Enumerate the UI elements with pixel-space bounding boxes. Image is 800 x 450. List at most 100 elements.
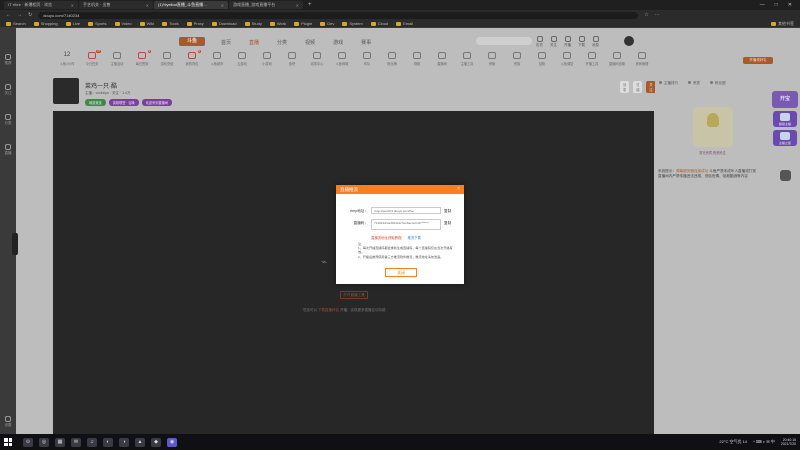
nav-match[interactable]: 赛事 <box>361 39 371 46</box>
streamer-avatar[interactable] <box>53 78 79 104</box>
taskbar-app-icon[interactable]: ✉ <box>71 437 81 447</box>
category-item[interactable]: 主播活动 <box>106 52 128 66</box>
sidebar-item-category[interactable]: 分类 <box>5 114 12 126</box>
taskbar-app-icon[interactable]: ◐ <box>103 437 113 447</box>
browser-tab-active[interactable]: (1)%yelbol直播_斗鱼直播… ✕ <box>154 1 228 9</box>
stream-key-field[interactable]: 7140234rxHAW4xdx?wsSecret=4b******* <box>371 219 441 230</box>
nav-live[interactable]: 直播 <box>249 39 259 46</box>
room-tag[interactable]: 网游竞技 <box>85 99 106 106</box>
start-stream-promo-button[interactable]: 开播领好礼 <box>743 57 773 64</box>
taskbar-app-icon[interactable]: ▲ <box>135 437 145 447</box>
bookmark-folder[interactable]: Email <box>396 21 413 26</box>
windows-start-icon[interactable] <box>4 438 12 446</box>
nav-game[interactable]: 游戏 <box>333 39 343 46</box>
bookmark-folder[interactable]: Cloud <box>370 21 388 26</box>
clock[interactable]: 20:40:15 2021/7/20 <box>781 438 796 447</box>
taskbar-app-icon[interactable]: ▦ <box>55 437 65 447</box>
bookmark-folder[interactable]: Sports <box>87 21 107 26</box>
bookmark-folder[interactable]: Wiki <box>139 21 154 26</box>
category-item[interactable]: 4 每日签到 <box>131 50 153 66</box>
browser-tab[interactable]: 游戏直播_游戏直播平台 ✕ <box>229 1 303 9</box>
close-icon[interactable]: ✕ <box>71 3 74 8</box>
bookmark-folder[interactable]: Search <box>6 21 26 26</box>
category-item[interactable]: 房间管理 <box>631 52 653 66</box>
bookmark-folder[interactable]: Shopping <box>33 21 58 26</box>
category-item[interactable]: 房管 <box>481 52 503 66</box>
category-item[interactable]: 开播工具 <box>581 52 603 66</box>
download-button[interactable]: 下载 <box>578 36 585 48</box>
bookmark-folder[interactable]: Work <box>269 21 286 26</box>
bookmark-folder[interactable]: Live <box>65 21 80 26</box>
url-input[interactable]: douyu.com/7140234 <box>38 11 639 19</box>
category-item[interactable]: 云游戏 <box>231 52 253 66</box>
room-tag[interactable]: 欢迎来到直播间 <box>141 99 173 106</box>
category-item[interactable]: 2 我的背包 <box>181 50 203 66</box>
category-item[interactable]: 钻粉 <box>531 52 553 66</box>
bookmark-folder[interactable]: Download <box>211 21 237 26</box>
other-bookmarks[interactable]: 其他书签 <box>771 21 794 27</box>
download-link[interactable]: 推流下载 <box>408 235 422 240</box>
sidebar-item-settings[interactable]: 设置 <box>5 416 12 428</box>
share-button[interactable]: 分享 <box>620 81 630 93</box>
category-item[interactable]: 17 今日任务 <box>81 50 103 66</box>
category-item[interactable]: 鱼吧 <box>281 52 303 66</box>
bookmark-folder[interactable]: Video <box>114 21 132 26</box>
close-icon[interactable]: ✕ <box>146 3 149 8</box>
back-icon[interactable]: ← <box>6 12 11 18</box>
sidebar-collapse-handle[interactable] <box>12 233 18 255</box>
promo-item[interactable]: 主播之星 <box>773 130 797 146</box>
sidebar-item-live[interactable]: 直播 <box>5 144 12 156</box>
promo-item[interactable]: 超级主播 <box>773 111 797 127</box>
taskbar-app-icon[interactable]: ◑ <box>119 437 129 447</box>
open-stream-tool-button[interactable]: 打开直播工具 <box>340 291 368 299</box>
taskbar-app-icon[interactable]: ◆ <box>151 437 161 447</box>
taskbar-app-icon-active[interactable]: ◉ <box>167 437 177 447</box>
promo-banner[interactable]: 开宝 <box>772 91 798 108</box>
taskbar-app-icon[interactable]: ♫ <box>87 437 97 447</box>
follow-button[interactable]: 关注 <box>550 36 557 48</box>
category-item[interactable]: 车队 <box>356 52 378 66</box>
category-item[interactable]: 斗鱼课堂 <box>556 52 578 66</box>
history-button[interactable]: 历史 <box>536 36 543 48</box>
bookmark-folder[interactable]: Proxy <box>186 21 204 26</box>
taskbar-app-icon[interactable]: ◎ <box>39 437 49 447</box>
bookmark-folder[interactable]: System <box>342 21 363 26</box>
category-item[interactable]: 小游戏 <box>256 52 278 66</box>
message-button[interactable]: 消息 <box>592 36 599 48</box>
category-item[interactable]: 12 斗鱼1小时 <box>56 52 78 66</box>
collapse-icon[interactable] <box>779 170 791 181</box>
tab-fans[interactable]: 粉丝团 <box>710 81 726 86</box>
star-icon[interactable]: ☆ <box>644 12 648 18</box>
subscribe-button[interactable]: 订阅 <box>633 81 643 93</box>
avatar[interactable] <box>624 36 634 46</box>
nav-video[interactable]: 视频 <box>305 39 315 46</box>
tab-rank[interactable]: 主播排行 <box>659 81 678 86</box>
new-tab-button[interactable]: + <box>304 2 316 8</box>
tab-vip[interactable]: 贵宾 <box>688 81 700 86</box>
category-item[interactable]: 斗鱼超市 <box>206 52 228 66</box>
category-item[interactable]: 贵族 <box>506 52 528 66</box>
category-item[interactable]: 视频 <box>406 52 428 66</box>
room-tag[interactable]: 英雄联盟 · 召唤 <box>108 99 139 106</box>
category-item[interactable]: 直播间设置 <box>606 52 628 66</box>
bookmark-folder[interactable]: Dev <box>320 21 334 26</box>
category-item[interactable]: 赛事中心 <box>306 52 328 66</box>
bookmark-folder[interactable]: Plugin <box>294 21 312 26</box>
minimize-icon[interactable]: — <box>760 2 765 8</box>
forward-icon[interactable]: → <box>17 12 22 18</box>
browser-tab[interactable]: 手艺机关 · 出售 ✕ <box>79 1 153 9</box>
bookmark-folder[interactable]: Study <box>244 21 262 26</box>
category-item[interactable]: 粉丝牌 <box>381 52 403 66</box>
sidebar-item-recommend[interactable]: 推荐 <box>5 54 12 66</box>
taskbar-app-icon[interactable]: ⊙ <box>23 437 33 447</box>
close-icon[interactable]: ✕ <box>296 3 299 8</box>
nav-category[interactable]: 分类 <box>277 39 287 46</box>
bookmark-folder[interactable]: Tools <box>162 21 179 26</box>
tray-icons[interactable]: ^ ⌨ ◗ ✉ 中 <box>753 439 775 445</box>
extensions-icon[interactable]: ⋯ <box>655 12 660 18</box>
tutorial-link[interactable]: 直播流地址获取教程 <box>371 235 402 240</box>
copy-rtmp-button[interactable]: 复制 <box>444 207 451 214</box>
reload-icon[interactable]: ↻ <box>28 12 32 18</box>
start-live-button[interactable]: 开播 <box>564 36 571 48</box>
search-input[interactable] <box>476 37 532 45</box>
